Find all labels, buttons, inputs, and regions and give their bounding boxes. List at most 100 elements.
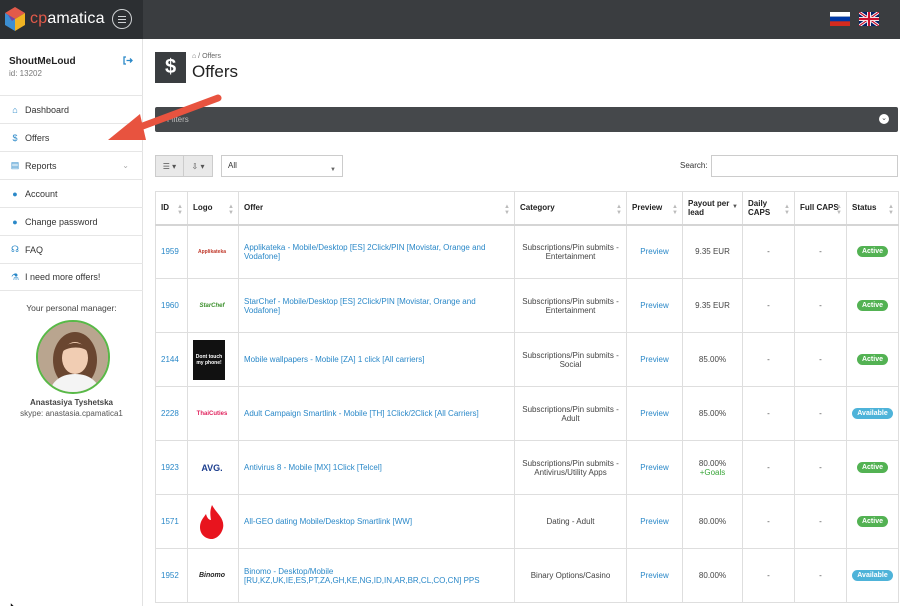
sidebar-item-account[interactable]: ● Account	[0, 179, 143, 207]
menu-toggle-icon[interactable]	[112, 9, 132, 29]
sidebar-item-more-offers[interactable]: ⚗ I need more offers!	[0, 263, 143, 291]
daily-caps: -	[742, 224, 795, 279]
column-header-full-caps[interactable]: Full CAPS ▲ ▼	[794, 191, 847, 226]
offer-id[interactable]: 2144	[155, 332, 188, 387]
manager-name: Anastasiya Tyshetska	[29, 398, 113, 407]
offer-logo: Binomo	[187, 548, 239, 603]
offer-link[interactable]: Mobile wallpapers - Mobile [ZA] 1 click …	[244, 355, 425, 364]
column-header-payout[interactable]: Payout per lead ▼	[682, 191, 743, 226]
sidebar-item-change-password[interactable]: ● Change password	[0, 207, 143, 235]
chevron-down-icon: ⌄	[122, 161, 129, 170]
chevron-down-icon[interactable]: ⌄	[879, 114, 889, 124]
offer-link[interactable]: Binomo - Desktop/Mobile [RU,KZ,UK,IE,ES,…	[244, 567, 480, 585]
columns-button[interactable]: ☰ ▾	[155, 155, 184, 177]
preview-link[interactable]: Preview	[626, 278, 683, 333]
full-caps: -	[794, 278, 847, 333]
header-label: Payout per lead	[688, 198, 730, 217]
offer-link[interactable]: Adult Campaign Smartlink - Mobile [TH] 1…	[244, 409, 479, 418]
payout-value: 80.00%	[698, 458, 727, 468]
offer-status: Active	[846, 224, 899, 279]
column-header-preview[interactable]: Preview ▲ ▼	[626, 191, 683, 226]
column-header-id[interactable]: ID ▲ ▼	[155, 191, 188, 226]
offer-id[interactable]: 1959	[155, 224, 188, 279]
export-button[interactable]: ⇩ ▾	[184, 155, 213, 177]
header-label: Logo	[193, 203, 213, 213]
user-icon: ●	[12, 188, 18, 199]
column-header-logo[interactable]: Logo ▲ ▼	[187, 191, 239, 226]
offer-link[interactable]: Antivirus 8 - Mobile [MX] 1Click [Telcel…	[244, 463, 382, 472]
offer-id[interactable]: 1571	[155, 494, 188, 549]
table-row: 2228 ThaiCuties Adult Campaign Smartlink…	[155, 386, 899, 441]
offer-payout: 80.00% +Goals	[682, 440, 743, 495]
offer-id[interactable]: 1923	[155, 440, 188, 495]
offers-table: ID ▲ ▼ Logo ▲ ▼ Offer ▲ ▼ Category ▲ ▼ Preview ▲ ▼…	[155, 191, 899, 603]
status-select[interactable]: All ▼	[221, 155, 343, 177]
status-badge: Active	[856, 246, 888, 258]
offer-logo: Dont touch my phone!	[187, 332, 239, 387]
sidebar-item-faq[interactable]: ☊ FAQ	[0, 235, 143, 263]
sidebar-item-dashboard[interactable]: ⌂ Dashboard	[0, 95, 143, 123]
column-header-category[interactable]: Category ▲ ▼	[514, 191, 627, 226]
offer-logo: Applikateka	[187, 224, 239, 279]
offer-logo: StarChef	[187, 278, 239, 333]
breadcrumb-offers[interactable]: Offers	[202, 53, 221, 60]
daily-caps: -	[742, 440, 795, 495]
status-badge: Available	[852, 408, 893, 419]
offer-id[interactable]: 1960	[155, 278, 188, 333]
offer-link[interactable]: All-GEO dating Mobile/Desktop Smartlink …	[244, 517, 412, 526]
sidebar-item-label: Account	[25, 188, 58, 199]
logout-icon[interactable]	[122, 55, 133, 66]
sidebar-item-offers[interactable]: $ Offers	[0, 123, 143, 151]
preview-link[interactable]: Preview	[626, 548, 683, 603]
full-caps: -	[794, 224, 847, 279]
offer-category: Subscriptions/Pin submits - Entertainmen…	[514, 278, 627, 333]
offer-link[interactable]: Applikateka - Mobile/Desktop [ES] 2Click…	[244, 243, 485, 261]
preview-link[interactable]: Preview	[626, 332, 683, 387]
preview-link[interactable]: Preview	[626, 494, 683, 549]
cpamatica-logo-icon	[5, 7, 25, 31]
table-row: 1952 Binomo Binomo - Desktop/Mobile [RU,…	[155, 548, 899, 603]
offer-category: Subscriptions/Pin submits - Entertainmen…	[514, 224, 627, 279]
payout-value: 9.35 EUR	[695, 301, 730, 310]
table-row: 2144 Dont touch my phone! Mobile wallpap…	[155, 332, 899, 387]
status-badge: Active	[856, 354, 888, 365]
sort-icon: ▲ ▼	[836, 204, 842, 216]
column-header-daily-caps[interactable]: Daily CAPS ▲ ▼	[742, 191, 795, 226]
offer-logo: ThaiCuties	[187, 386, 239, 441]
preview-link[interactable]: Preview	[626, 386, 683, 441]
flame-logo-icon	[193, 502, 231, 542]
status-badge: Active	[856, 516, 888, 527]
status-badge: Available	[852, 570, 893, 581]
offer-payout: 85.00%	[682, 386, 743, 441]
sidebar-item-reports[interactable]: ▤ Reports ⌄	[0, 151, 143, 179]
sort-icon: ▲ ▼	[784, 204, 790, 216]
offer-id[interactable]: 1952	[155, 548, 188, 603]
full-caps: -	[794, 332, 847, 387]
preview-link[interactable]: Preview	[626, 440, 683, 495]
sidebar-item-label: Reports	[25, 160, 57, 171]
russian-flag-icon[interactable]	[830, 12, 850, 26]
offer-payout: 9.35 EUR	[682, 224, 743, 279]
header-label: Preview	[632, 203, 663, 213]
uk-flag-icon[interactable]	[859, 12, 879, 26]
sort-icon: ▲ ▼	[504, 204, 510, 216]
offer-link[interactable]: StarChef - Mobile/Desktop [ES] 2Click/PI…	[244, 297, 476, 315]
daily-caps: -	[742, 494, 795, 549]
view-buttons: ☰ ▾ ⇩ ▾	[155, 155, 213, 177]
sort-icon: ▲ ▼	[616, 204, 622, 216]
full-caps: -	[794, 494, 847, 549]
preview-link[interactable]: Preview	[626, 224, 683, 279]
home-icon[interactable]: ⌂	[192, 53, 196, 60]
column-header-status[interactable]: Status ▲ ▼	[846, 191, 899, 226]
offer-category: Subscriptions/Pin submits - Antivirus/Ut…	[514, 440, 627, 495]
filters-panel[interactable]: Filters ⌄	[155, 107, 898, 132]
sidebar-item-label: Dashboard	[25, 104, 70, 115]
full-caps: -	[794, 386, 847, 441]
offer-name: Adult Campaign Smartlink - Mobile [TH] 1…	[238, 386, 515, 441]
brand-name[interactable]: cpamatica	[30, 10, 105, 28]
offer-id[interactable]: 2228	[155, 386, 188, 441]
offer-category: Subscriptions/Pin submits - Adult	[514, 386, 627, 441]
search-input[interactable]	[711, 155, 898, 177]
column-header-offer[interactable]: Offer ▲ ▼	[238, 191, 515, 226]
offer-payout: 80.00%	[682, 494, 743, 549]
